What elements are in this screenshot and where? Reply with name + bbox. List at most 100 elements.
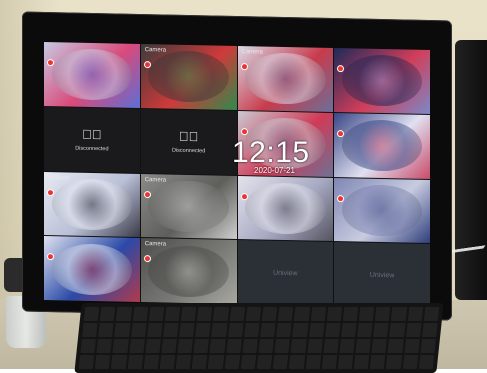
keyboard-key bbox=[159, 355, 176, 369]
date-overlay: 2020-07-21 bbox=[254, 166, 295, 175]
keyboard-key bbox=[386, 355, 402, 369]
fisheye-view bbox=[341, 119, 423, 173]
keyboard-key bbox=[83, 307, 100, 321]
keyboard-key bbox=[226, 339, 242, 353]
keyboard-key bbox=[370, 355, 386, 369]
keyboard-key bbox=[323, 339, 339, 353]
camera-tile-feed[interactable]: Hallway bbox=[44, 171, 140, 238]
fisheye-view bbox=[341, 54, 423, 108]
keyboard-key bbox=[211, 323, 228, 337]
fisheye-view bbox=[148, 50, 229, 104]
keyboard-key bbox=[161, 339, 177, 353]
keyboard-key bbox=[148, 307, 165, 321]
keyboard-key bbox=[292, 323, 309, 337]
camera-name-label: Camera bbox=[144, 176, 167, 184]
keyboard-key bbox=[112, 339, 129, 353]
keyboard-key bbox=[290, 339, 307, 353]
keyboard-key bbox=[130, 323, 147, 337]
keyboard-key bbox=[242, 339, 258, 353]
recording-indicator-icon bbox=[240, 192, 248, 200]
keyboard-key bbox=[256, 355, 273, 369]
keyboard-key bbox=[258, 339, 275, 353]
camera-tile-feed[interactable] bbox=[44, 41, 140, 108]
camera-tile-feed[interactable] bbox=[334, 177, 430, 244]
recording-indicator-icon bbox=[47, 59, 54, 67]
camera-tile-feed[interactable]: Camera bbox=[140, 238, 237, 304]
keyboard-key bbox=[404, 339, 420, 353]
keyboard-key bbox=[420, 339, 436, 353]
camera-off-icon: 📷⃠ bbox=[82, 126, 102, 142]
vendor-watermark: Uniview bbox=[369, 271, 395, 279]
recording-indicator-icon bbox=[47, 253, 54, 261]
keyboard-key bbox=[260, 323, 276, 337]
vendor-watermark: Uniview bbox=[273, 269, 298, 277]
fisheye-view bbox=[51, 242, 133, 296]
camera-tile-disconnected[interactable]: 📷⃠ Disconnected bbox=[44, 106, 140, 173]
camera-tile-feed[interactable] bbox=[334, 112, 430, 179]
keyboard-key bbox=[146, 323, 163, 337]
keyboard-key bbox=[177, 339, 194, 353]
keyboard-key bbox=[245, 307, 262, 321]
camera-tile-feed[interactable]: Camera bbox=[140, 173, 237, 240]
keyboard-key bbox=[111, 355, 127, 369]
keyboard-key bbox=[274, 339, 291, 353]
keyboard-key bbox=[405, 323, 422, 337]
keyboard-key bbox=[407, 307, 424, 321]
camera-tile-empty[interactable]: Uniview bbox=[237, 240, 334, 307]
keyboard-key bbox=[353, 355, 370, 369]
recording-indicator-icon bbox=[143, 255, 151, 263]
keyboard-key bbox=[116, 307, 132, 321]
camera-tile-feed[interactable] bbox=[334, 48, 430, 114]
keyboard-key bbox=[208, 355, 224, 369]
keyboard-key bbox=[78, 355, 95, 369]
keyboard-key bbox=[423, 307, 440, 321]
keyboard bbox=[74, 303, 444, 373]
keyboard-key bbox=[402, 355, 419, 369]
keyboard-key bbox=[418, 355, 435, 369]
keyboard-key bbox=[276, 323, 292, 337]
keyboard-key bbox=[114, 323, 131, 337]
recording-indicator-icon bbox=[240, 63, 248, 71]
keyboard-key bbox=[80, 339, 97, 353]
camera-tile-empty[interactable]: Uniview bbox=[334, 242, 430, 309]
recording-indicator-icon bbox=[47, 188, 54, 196]
keyboard-key bbox=[306, 339, 323, 353]
keyboard-key bbox=[326, 307, 343, 321]
keyboard-key bbox=[277, 307, 294, 321]
fisheye-view bbox=[245, 182, 326, 235]
camera-name-label: Hallway bbox=[48, 174, 70, 181]
keyboard-key bbox=[192, 355, 208, 369]
camera-tile-feed[interactable] bbox=[237, 175, 334, 242]
keyboard-key bbox=[310, 307, 326, 321]
camera-tile-feed[interactable]: Camera bbox=[237, 46, 334, 112]
keyboard-key bbox=[421, 323, 438, 337]
camera-name-label: Camera bbox=[144, 241, 167, 248]
camera-tile-disconnected[interactable]: 📷⃠ Disconnected bbox=[140, 108, 237, 175]
keyboard-key bbox=[132, 307, 148, 321]
disconnected-label: Disconnected bbox=[171, 147, 206, 154]
keyboard-key bbox=[373, 323, 390, 337]
keyboard-key bbox=[96, 339, 113, 353]
keyboard-key bbox=[308, 323, 325, 337]
keyboard-key bbox=[175, 355, 192, 369]
keyboard-key bbox=[357, 323, 373, 337]
keyboard-key bbox=[341, 323, 357, 337]
keyboard-key bbox=[240, 355, 257, 369]
clock-overlay: 12:15 bbox=[232, 136, 310, 169]
keyboard-key bbox=[209, 339, 226, 353]
keyboard-key bbox=[358, 307, 375, 321]
keyboard-key bbox=[179, 323, 195, 337]
keyboard-key bbox=[339, 339, 355, 353]
recording-indicator-icon bbox=[337, 194, 345, 202]
keyboard-key bbox=[321, 355, 338, 369]
fisheye-view bbox=[341, 184, 423, 237]
keyboard-key bbox=[180, 307, 197, 321]
fisheye-view bbox=[51, 177, 133, 231]
keyboard-key bbox=[324, 323, 341, 337]
camera-name-label: Camera bbox=[241, 49, 263, 56]
keyboard-key bbox=[227, 323, 244, 337]
keyboard-key bbox=[289, 355, 305, 369]
keyboard-key bbox=[145, 339, 161, 353]
camera-tile-feed[interactable]: Camera bbox=[140, 43, 237, 110]
camera-tile-feed[interactable] bbox=[44, 236, 140, 302]
